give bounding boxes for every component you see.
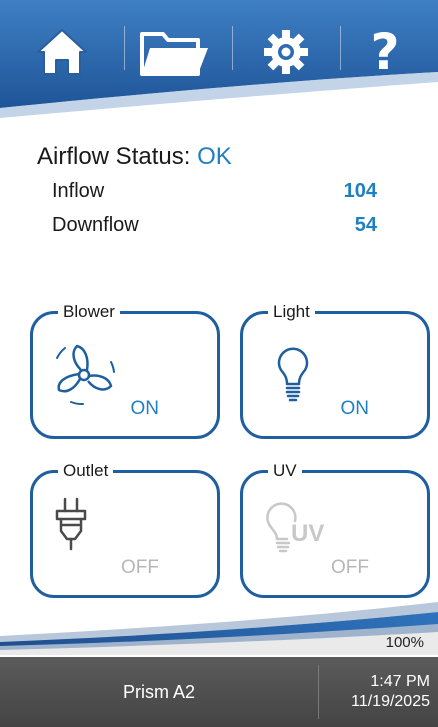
nav-bar: ? bbox=[0, 0, 438, 95]
uv-toggle[interactable]: UV UV OFF bbox=[240, 460, 430, 598]
blower-toggle[interactable]: Blower ON bbox=[30, 301, 220, 439]
lightbulb-icon bbox=[277, 347, 309, 402]
outlet-label: Outlet bbox=[58, 460, 114, 482]
blower-state: ON bbox=[130, 398, 160, 419]
nav-separator bbox=[340, 26, 341, 70]
files-button[interactable] bbox=[134, 22, 214, 82]
airflow-status: Airflow Status: OK bbox=[37, 143, 232, 171]
light-label: Light bbox=[268, 301, 315, 323]
inflow-row: Inflow 104 bbox=[52, 180, 377, 203]
nav-separator bbox=[232, 26, 233, 70]
downflow-value: 54 bbox=[354, 214, 377, 236]
inflow-label: Inflow bbox=[52, 180, 105, 202]
progress-swoosh bbox=[0, 602, 438, 655]
light-toggle[interactable]: Light ON bbox=[240, 301, 430, 439]
airflow-status-value: OK bbox=[197, 143, 232, 170]
clock: 1:47 PM 11/19/2025 bbox=[351, 672, 430, 712]
uv-state: OFF bbox=[331, 557, 369, 578]
header: ? bbox=[0, 0, 438, 122]
progress-bar bbox=[0, 600, 438, 655]
help-button[interactable]: ? bbox=[345, 22, 425, 82]
progress-percent: 100% bbox=[385, 634, 424, 651]
fan-icon bbox=[56, 344, 115, 406]
blower-label: Blower bbox=[58, 301, 120, 323]
help-icon: ? bbox=[370, 23, 400, 81]
uv-lamp-icon: UV bbox=[266, 502, 324, 553]
clock-time: 1:47 PM bbox=[370, 673, 430, 690]
status-bar: Prism A2 1:47 PM 11/19/2025 bbox=[0, 657, 438, 727]
outlet-state: OFF bbox=[121, 557, 159, 578]
airflow-status-label: Airflow Status: bbox=[37, 143, 198, 170]
inflow-value: 104 bbox=[343, 180, 377, 202]
clock-date: 11/19/2025 bbox=[351, 693, 430, 710]
light-state: ON bbox=[340, 398, 370, 419]
settings-button[interactable] bbox=[246, 22, 326, 82]
downflow-label: Downflow bbox=[52, 214, 139, 236]
gear-icon bbox=[264, 30, 308, 74]
outlet-toggle[interactable]: Outlet OFF bbox=[30, 460, 220, 598]
folder-icon bbox=[140, 32, 208, 76]
nav-separator bbox=[124, 26, 125, 70]
plug-icon bbox=[55, 497, 87, 551]
status-bar-separator bbox=[318, 665, 319, 719]
uv-label: UV bbox=[268, 460, 302, 482]
home-icon bbox=[37, 29, 87, 75]
uv-icon-text: UV bbox=[291, 520, 324, 547]
device-name: Prism A2 bbox=[122, 681, 196, 702]
downflow-row: Downflow 54 bbox=[52, 214, 377, 237]
home-button[interactable] bbox=[22, 22, 102, 82]
